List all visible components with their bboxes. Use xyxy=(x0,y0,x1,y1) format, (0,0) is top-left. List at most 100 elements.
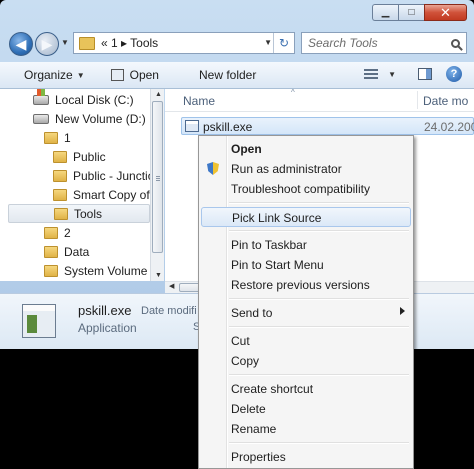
minimize-button[interactable]: ▁ xyxy=(372,4,398,21)
menu-item-troubleshoot-compatibility[interactable]: Troubleshoot compatibility xyxy=(201,179,411,199)
preview-pane-icon[interactable] xyxy=(418,68,432,80)
column-name[interactable]: Name xyxy=(183,94,215,108)
tree-item-public-junction[interactable]: Public - Junctio xyxy=(53,166,150,185)
tree-item-label: Data xyxy=(64,244,90,259)
forward-button[interactable]: ▶ xyxy=(35,32,59,56)
file-row-pskill[interactable]: pskill.exe 24.02.200 xyxy=(181,117,474,135)
menu-item-pin-to-start-menu[interactable]: Pin to Start Menu xyxy=(201,255,411,275)
menu-item-label: Open xyxy=(231,142,262,156)
column-header: Name ^ Date mo xyxy=(165,89,474,112)
navigation-scrollbar[interactable]: ▲ ▼ xyxy=(150,89,164,281)
views-icon[interactable] xyxy=(364,69,379,79)
column-divider[interactable] xyxy=(417,91,418,109)
tree-item-label: System Volume Ir xyxy=(64,263,150,278)
windows-drive-icon xyxy=(33,89,49,105)
menu-item-label: Properties xyxy=(231,450,286,464)
menu-separator xyxy=(229,202,409,204)
caption-buttons: ▁ □ ✕ xyxy=(372,4,467,21)
menu-item-send-to[interactable]: Send to xyxy=(201,303,411,323)
uac-shield-icon xyxy=(207,162,219,175)
tree-item-label: Tools xyxy=(74,206,103,221)
folder-icon xyxy=(44,131,58,144)
menu-item-label: Restore previous versions xyxy=(231,278,370,292)
menu-item-run-as-administrator[interactable]: Run as administrator xyxy=(201,159,411,179)
menu-separator xyxy=(229,326,409,328)
refresh-button[interactable]: ↻ xyxy=(273,33,294,53)
open-button[interactable]: Open xyxy=(107,68,163,82)
search-placeholder: Search Tools xyxy=(308,36,378,50)
navigation-bar: ◀ ▶ ▼ « 1 ▸ Tools ▼ ↻ Search Tools xyxy=(7,30,467,58)
search-icon[interactable] xyxy=(451,38,460,48)
tree-item-local-disk-c[interactable]: Local Disk (C:) xyxy=(33,89,134,109)
new-folder-button[interactable]: New folder xyxy=(195,68,260,82)
command-bar: Organize ▼ Open New folder ▼ ? xyxy=(0,62,474,89)
tree-item-folder-2[interactable]: 2 xyxy=(44,223,71,242)
application-icon xyxy=(110,69,124,81)
tree-item-label: New Volume (D:) xyxy=(55,111,146,126)
menu-item-pin-to-taskbar[interactable]: Pin to Taskbar xyxy=(201,235,411,255)
menu-item-pick-link-source[interactable]: Pick Link Source xyxy=(201,207,411,227)
menu-separator xyxy=(229,442,409,444)
tree-item-folder-1[interactable]: 1 xyxy=(44,128,71,147)
menu-item-label: Send to xyxy=(231,306,273,320)
folder-icon xyxy=(79,36,95,50)
menu-item-cut[interactable]: Cut xyxy=(201,331,411,351)
tree-item-data[interactable]: Data xyxy=(44,242,89,261)
new-folder-label: New folder xyxy=(198,68,257,82)
application-icon xyxy=(185,120,199,132)
search-input[interactable]: Search Tools xyxy=(301,32,467,54)
tree-item-tools[interactable]: Tools xyxy=(8,204,150,223)
breadcrumb[interactable]: « 1 ▸ Tools xyxy=(101,36,158,50)
scroll-down-icon[interactable]: ▼ xyxy=(155,272,162,279)
menu-separator xyxy=(229,374,409,376)
folder-icon xyxy=(54,207,68,220)
address-bar[interactable]: « 1 ▸ Tools ▼ ↻ xyxy=(73,32,295,54)
tree-item-label: 1 xyxy=(64,130,71,145)
tree-item-new-volume-d[interactable]: New Volume (D:) xyxy=(33,109,146,128)
tree-item-label: Local Disk (C:) xyxy=(55,92,134,107)
tree-item-label: Public - Junctio xyxy=(73,168,150,183)
folder-icon xyxy=(44,245,58,258)
column-date-modified[interactable]: Date mo xyxy=(423,94,468,108)
tree-item-smart-copy[interactable]: Smart Copy of T xyxy=(53,185,150,204)
folder-icon xyxy=(53,169,67,182)
folder-icon xyxy=(53,188,67,201)
tree-item-label: Smart Copy of T xyxy=(73,187,150,202)
menu-item-open[interactable]: Open xyxy=(201,139,411,159)
views-dropdown-icon[interactable]: ▼ xyxy=(388,70,396,79)
menu-separator xyxy=(229,230,409,232)
menu-item-label: Pick Link Source xyxy=(232,211,322,225)
file-date: 24.02.200 xyxy=(424,120,474,134)
sort-ascending-icon: ^ xyxy=(291,89,295,97)
scroll-thumb[interactable] xyxy=(152,101,163,253)
menu-item-copy[interactable]: Copy xyxy=(201,351,411,371)
menu-item-label: Troubleshoot compatibility xyxy=(231,182,370,196)
menu-item-delete[interactable]: Delete xyxy=(201,399,411,419)
recent-pages-dropdown[interactable]: ▼ xyxy=(61,38,69,47)
tree-item-system-volume[interactable]: System Volume Ir xyxy=(44,261,150,280)
open-label: Open xyxy=(129,68,159,82)
close-button[interactable]: ✕ xyxy=(424,4,467,21)
file-name: pskill.exe xyxy=(203,120,253,134)
menu-item-create-shortcut[interactable]: Create shortcut xyxy=(201,379,411,399)
organize-button[interactable]: Organize ▼ xyxy=(20,68,89,82)
back-button[interactable]: ◀ xyxy=(9,32,33,56)
help-icon[interactable]: ? xyxy=(446,66,462,82)
menu-item-label: Copy xyxy=(231,354,260,368)
chevron-down-icon: ▼ xyxy=(76,70,85,80)
maximize-button[interactable]: □ xyxy=(398,4,424,21)
scroll-up-icon[interactable]: ▲ xyxy=(155,91,162,98)
context-menu: Open Run as administrator Troubleshoot c… xyxy=(198,135,414,469)
menu-item-label: Run as administrator xyxy=(231,162,342,176)
application-large-icon xyxy=(22,304,56,338)
address-dropdown-icon[interactable]: ▼ xyxy=(264,38,272,47)
menu-item-rename[interactable]: Rename xyxy=(201,419,411,439)
menu-item-properties[interactable]: Properties xyxy=(201,447,411,467)
submenu-arrow-icon xyxy=(400,307,405,315)
toolbar-right: ▼ ? xyxy=(364,66,462,82)
tree-item-public[interactable]: Public xyxy=(53,147,106,166)
drive-icon xyxy=(33,113,49,124)
scroll-left-icon[interactable]: ◀ xyxy=(169,282,174,290)
navigation-pane: Local Disk (C:) New Volume (D:) 1 Public… xyxy=(0,89,150,281)
menu-item-restore-previous-versions[interactable]: Restore previous versions xyxy=(201,275,411,295)
